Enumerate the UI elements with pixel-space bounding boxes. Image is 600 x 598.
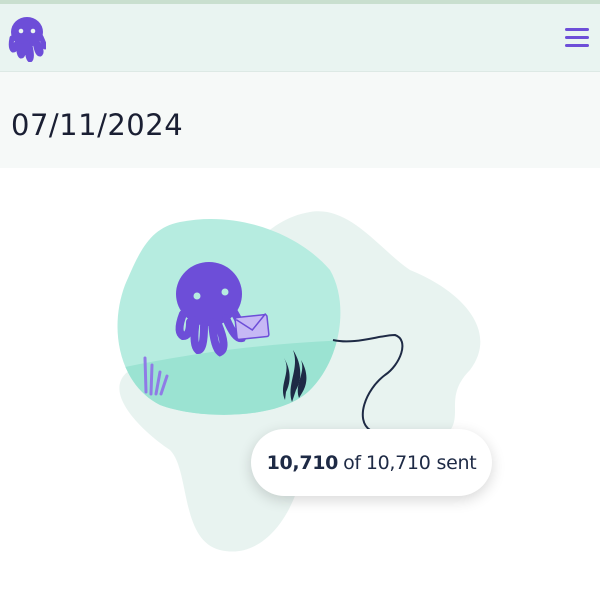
campaign-date: 07/11/2024 — [11, 108, 184, 142]
hamburger-menu-icon[interactable] — [563, 26, 591, 50]
octopus-logo-icon[interactable] — [8, 16, 46, 62]
app-header — [0, 4, 600, 72]
sent-count: 10,710 — [266, 451, 339, 474]
of-label: of — [343, 451, 361, 474]
sent-illustration — [117, 211, 481, 552]
envelope-icon — [234, 313, 270, 341]
total-count: 10,710 — [365, 451, 431, 474]
sent-count-pill: 10,710 of 10,710 sent — [251, 429, 492, 496]
sent-status-label: sent — [436, 451, 477, 474]
date-bar: 07/11/2024 — [0, 72, 600, 168]
